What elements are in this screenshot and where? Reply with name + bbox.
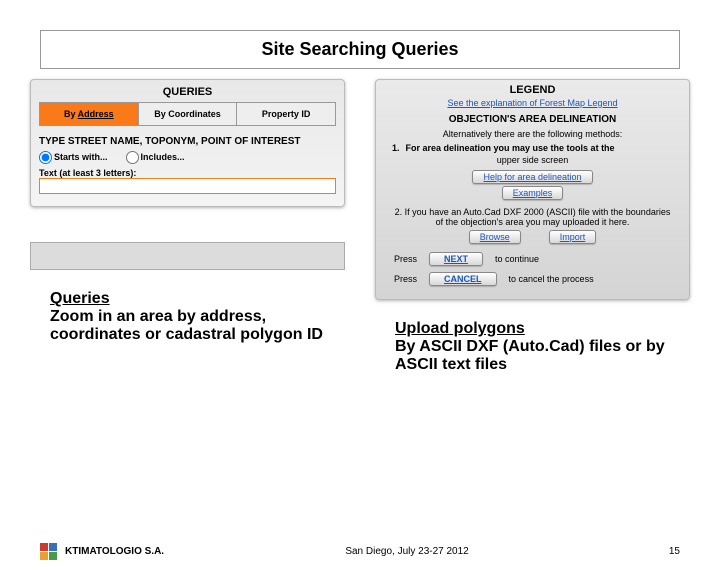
footer-org: KTIMATOLOGIO S.A. xyxy=(65,546,164,557)
logo-icon xyxy=(40,543,57,560)
press-label-1: Press xyxy=(394,254,417,264)
text-input[interactable] xyxy=(39,178,336,194)
step-2: 2. If you have an Auto.Cad DXF 2000 (ASC… xyxy=(384,207,681,227)
examples-button[interactable]: Examples xyxy=(502,186,564,200)
type-instruction: TYPE STREET NAME, TOPONYM, POINT OF INTE… xyxy=(39,136,336,147)
step-1-sub: upper side screen xyxy=(384,155,681,165)
tab-by-address[interactable]: By Address xyxy=(40,103,139,126)
import-button[interactable]: Import xyxy=(549,230,597,244)
legend-title: LEGEND xyxy=(384,84,681,96)
alt-methods-text: Alternatively there are the following me… xyxy=(384,129,681,139)
cancel-text: to cancel the process xyxy=(509,274,594,284)
query-tabs: By Address By Coordinates Property ID xyxy=(39,102,336,126)
press-label-2: Press xyxy=(394,274,417,284)
help-button[interactable]: Help for area delineation xyxy=(472,170,592,184)
tab-property-id[interactable]: Property ID xyxy=(237,103,335,126)
text-input-label: Text (at least 3 letters): xyxy=(39,168,336,178)
queries-panel: QUERIES By Address By Coordinates Proper… xyxy=(30,79,345,207)
next-button[interactable]: NEXT xyxy=(429,252,483,266)
left-column: QUERIES By Address By Coordinates Proper… xyxy=(30,79,345,374)
step-1: 1.For area delineation you may use the t… xyxy=(392,143,681,153)
browse-button[interactable]: Browse xyxy=(469,230,521,244)
footer: KTIMATOLOGIO S.A. San Diego, July 23-27 … xyxy=(0,543,720,560)
left-description: Queries Zoom in an area by address, coor… xyxy=(50,290,325,344)
next-text: to continue xyxy=(495,254,539,264)
radio-includes[interactable]: Includes... xyxy=(126,151,185,164)
page-number: 15 xyxy=(650,546,680,557)
cancel-button[interactable]: CANCEL xyxy=(429,272,497,286)
radio-starts-with[interactable]: Starts with... xyxy=(39,151,108,164)
objection-title: OBJECTION'S AREA DELINEATION xyxy=(384,114,681,125)
right-description: Upload polygons By ASCII DXF (Auto.Cad) … xyxy=(395,320,670,374)
footer-venue: San Diego, July 23-27 2012 xyxy=(164,546,650,557)
tab-by-coordinates[interactable]: By Coordinates xyxy=(139,103,238,126)
queries-panel-title: QUERIES xyxy=(39,86,336,98)
delineation-panel: LEGEND See the explanation of Forest Map… xyxy=(375,79,690,300)
slide-title: Site Searching Queries xyxy=(40,30,680,69)
legend-link[interactable]: See the explanation of Forest Map Legend xyxy=(384,98,681,108)
right-column: LEGEND See the explanation of Forest Map… xyxy=(375,79,690,374)
map-thumbnail xyxy=(30,242,345,270)
